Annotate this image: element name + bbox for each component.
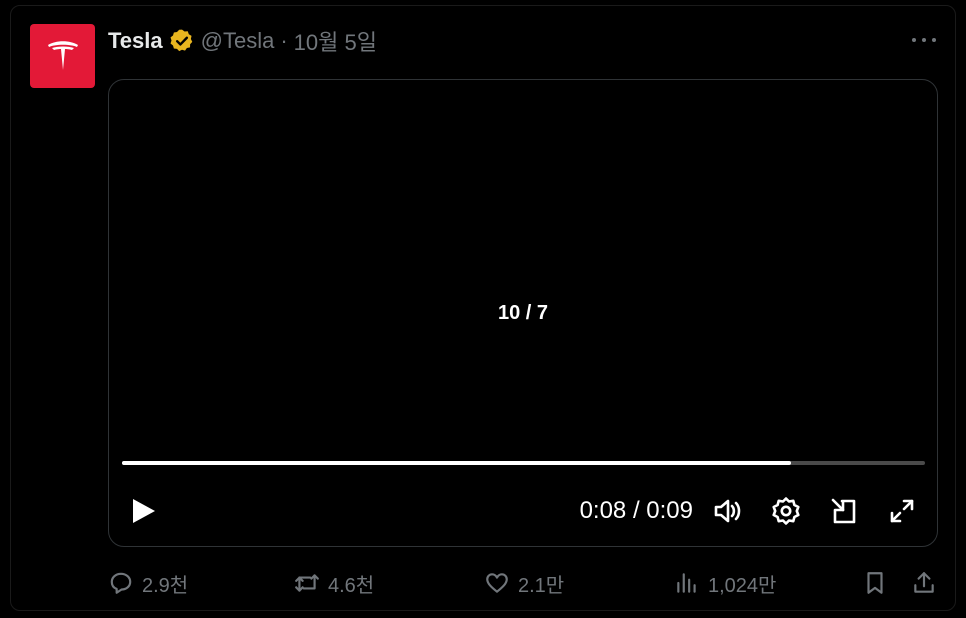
volume-icon[interactable] xyxy=(711,494,745,528)
like-button[interactable]: 2.1만 xyxy=(484,566,564,600)
tweet-header: Tesla @Tesla · 10월 5일 xyxy=(108,26,377,56)
verified-badge-icon xyxy=(169,28,195,54)
like-count: 2.1만 xyxy=(518,574,565,597)
video-progress-fill xyxy=(122,461,791,465)
retweet-button[interactable]: 4.6천 xyxy=(294,566,374,600)
views-count: 1,024만 xyxy=(708,574,777,597)
bookmark-icon xyxy=(867,572,883,594)
more-icon[interactable] xyxy=(912,32,936,48)
dock-icon[interactable] xyxy=(827,494,861,528)
media-counter: 10 / 7 xyxy=(497,302,549,324)
author-name[interactable]: Tesla xyxy=(108,28,163,54)
views-icon xyxy=(677,573,696,593)
fullscreen-icon[interactable] xyxy=(885,494,919,528)
video-player[interactable]: 10 / 7 0:08 / 0:09 xyxy=(108,79,938,547)
author-handle[interactable]: @Tesla xyxy=(201,28,275,54)
tweet-date[interactable]: 10월 5일 xyxy=(294,25,377,57)
share-icon xyxy=(914,572,934,593)
header-separator: · xyxy=(280,28,288,53)
tesla-logo-icon xyxy=(47,41,78,70)
play-icon[interactable] xyxy=(129,494,159,528)
retweet-icon xyxy=(295,574,319,592)
views-button[interactable]: 1,024만 xyxy=(674,566,776,600)
settings-icon[interactable] xyxy=(769,494,803,528)
video-progress-bar[interactable] xyxy=(122,461,925,465)
retweet-count: 4.6천 xyxy=(328,574,375,597)
reply-button[interactable]: 2.9천 xyxy=(108,566,188,600)
tweet-actions: 2.9천 4.6천 2.1만 1,024만 xyxy=(108,566,938,600)
video-time: 0:08 / 0:09 xyxy=(579,497,693,524)
reply-icon xyxy=(110,572,132,594)
share-button[interactable] xyxy=(911,566,937,600)
bookmark-button[interactable] xyxy=(862,566,888,600)
like-icon xyxy=(486,573,508,593)
reply-count: 2.9천 xyxy=(142,574,189,597)
avatar[interactable] xyxy=(30,24,95,88)
